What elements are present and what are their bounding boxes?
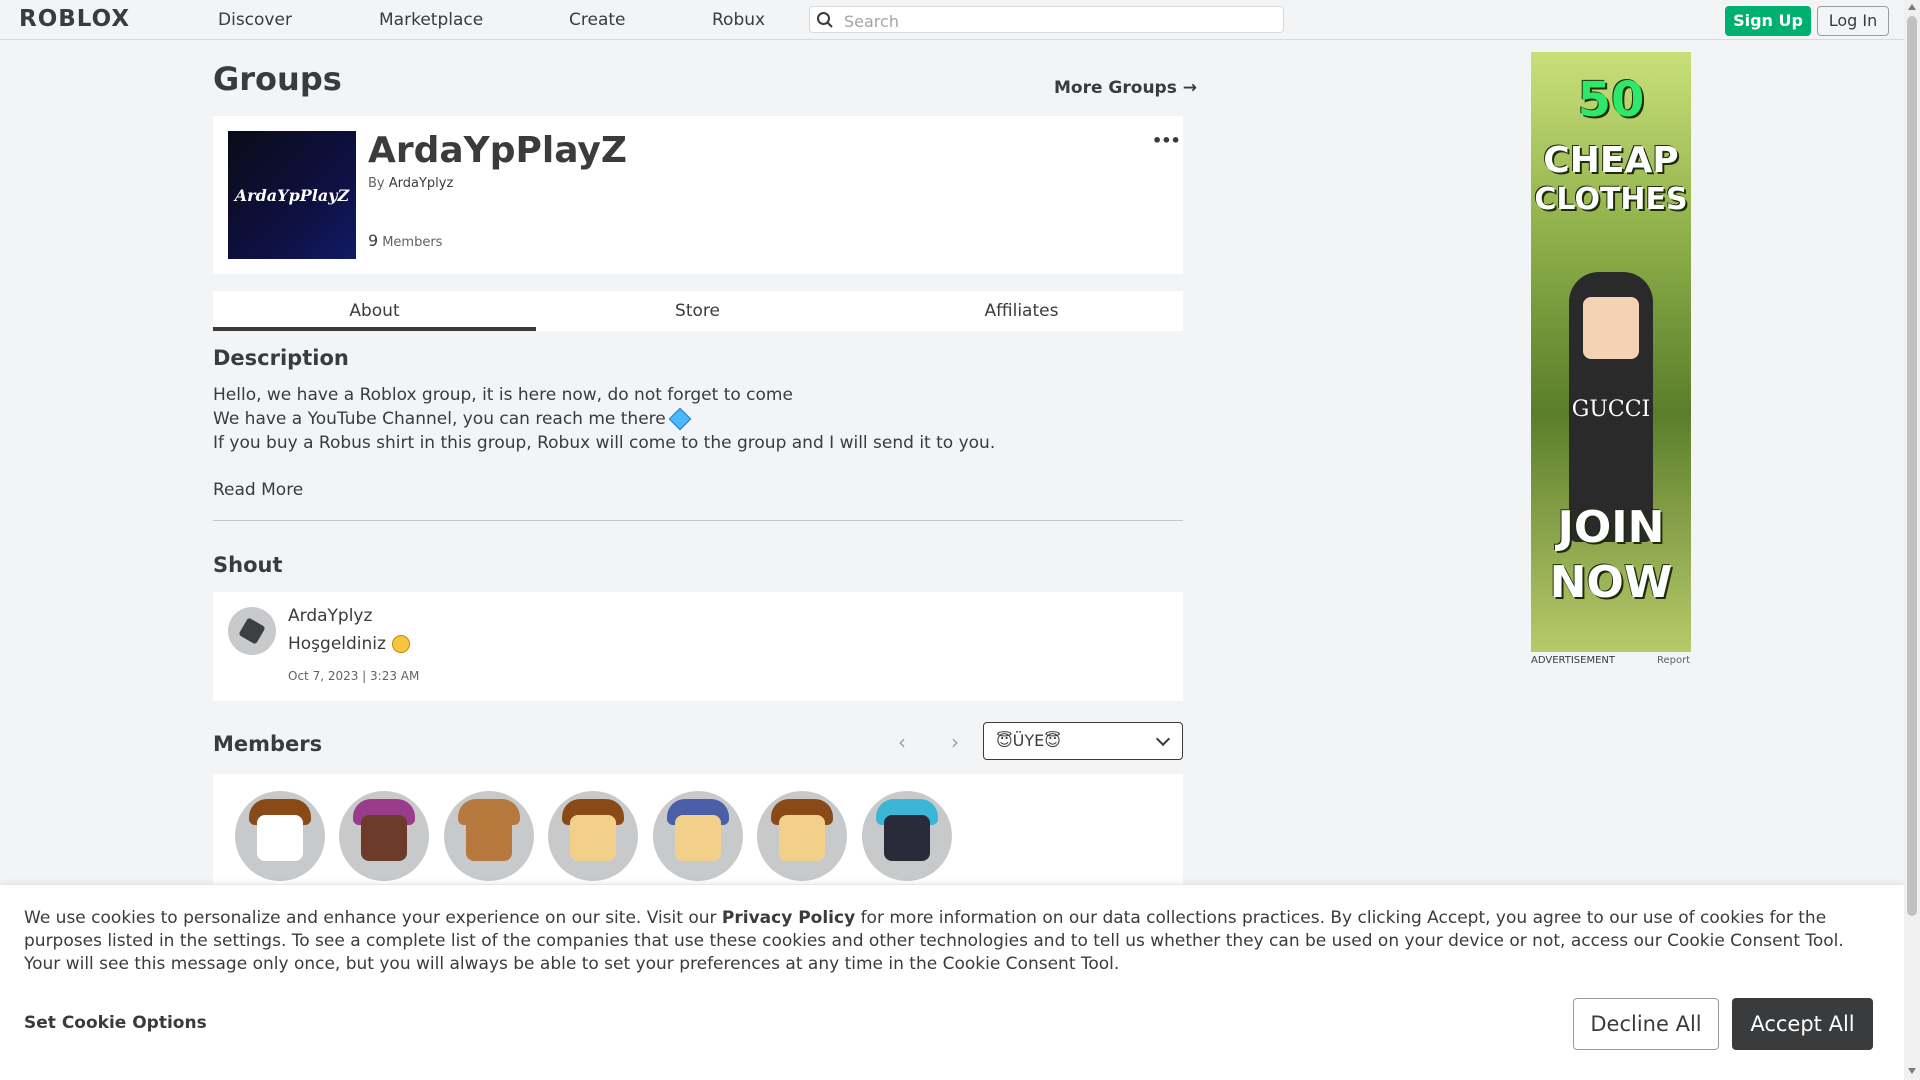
search-box[interactable] — [809, 6, 1284, 33]
shout-avatar[interactable] — [228, 607, 276, 655]
members-panel — [213, 774, 1183, 884]
advertisement-label: ADVERTISEMENT — [1531, 655, 1616, 666]
sign-up-button[interactable]: Sign Up — [1725, 6, 1811, 36]
group-header-card: ArdaYpPlayZ ArdaYpPlayZ By ArdaYplyz 9 Me… — [213, 116, 1183, 274]
description-line: We have a YouTube Channel, you can reach… — [213, 407, 692, 431]
shout-title: Shout — [213, 553, 283, 577]
avatar-face — [361, 815, 407, 861]
member-avatar[interactable] — [653, 791, 743, 881]
shout-message: Hoşgeldiniz — [288, 634, 410, 654]
avatar-face — [257, 815, 303, 861]
diamond-icon — [668, 407, 692, 431]
section-divider — [213, 520, 1183, 521]
more-groups-link[interactable]: More Groups → — [1054, 78, 1197, 98]
search-input[interactable] — [842, 10, 1276, 32]
avatar-face — [570, 815, 616, 861]
nav-create[interactable]: Create — [569, 10, 626, 30]
nav-robux[interactable]: Robux — [712, 10, 765, 30]
member-avatar[interactable] — [235, 791, 325, 881]
description-line: Hello, we have a Roblox group, it is her… — [213, 385, 793, 405]
ad-headline: CHEAP — [1543, 140, 1679, 181]
member-count-value: 9 — [368, 231, 379, 250]
page-title: Groups — [213, 60, 342, 98]
member-count-label: Members — [382, 235, 443, 250]
shout-username[interactable]: ArdaYplyz — [288, 606, 372, 626]
report-ad-link[interactable]: Report — [1657, 655, 1690, 666]
members-next-page-icon[interactable]: › — [951, 730, 959, 754]
smile-emoji-icon — [391, 635, 410, 653]
ad-avatar-face — [1583, 297, 1639, 359]
group-emblem-text: ArdaYpPlayZ — [234, 185, 350, 205]
role-dropdown[interactable]: 😇ÜYE😇 — [983, 722, 1183, 760]
member-avatar[interactable] — [548, 791, 638, 881]
group-tabs: About Store Affiliates — [213, 291, 1183, 331]
accept-all-button[interactable]: Accept All — [1732, 998, 1873, 1050]
avatar-face — [884, 815, 930, 861]
group-owner-link[interactable]: ArdaYplyz — [389, 176, 454, 191]
more-options-icon[interactable]: ••• — [1152, 131, 1181, 150]
cookie-message-text: We use cookies to personalize and enhanc… — [24, 908, 722, 928]
group-name: ArdaYpPlayZ — [368, 130, 627, 171]
ad-headline-number: 50 — [1577, 72, 1645, 128]
read-more-link[interactable]: Read More — [213, 480, 303, 500]
members-prev-page-icon[interactable]: ‹ — [898, 730, 906, 754]
decline-all-button[interactable]: Decline All — [1573, 998, 1719, 1050]
tab-about[interactable]: About — [213, 291, 536, 331]
avatar-face — [675, 815, 721, 861]
chevron-down-icon — [1155, 731, 1171, 747]
group-emblem: ArdaYpPlayZ — [228, 131, 356, 259]
description-title: Description — [213, 346, 349, 370]
ad-call-to-action: NOW — [1549, 557, 1673, 608]
member-avatar[interactable] — [757, 791, 847, 881]
group-owner-line: By ArdaYplyz — [368, 176, 453, 191]
roblox-logo[interactable]: ROBLOX — [19, 6, 130, 32]
set-cookie-options-link[interactable]: Set Cookie Options — [24, 1013, 207, 1033]
ad-call-to-action: JOIN — [1557, 502, 1665, 553]
group-by-label: By — [368, 176, 385, 191]
members-title: Members — [213, 732, 323, 756]
cookie-consent-banner: We use cookies to personalize and enhanc… — [0, 885, 1904, 1080]
member-avatar[interactable] — [444, 791, 534, 881]
scroll-down-arrow-icon[interactable] — [1908, 1068, 1916, 1074]
nav-marketplace[interactable]: Marketplace — [379, 10, 483, 30]
top-nav-bar: ROBLOX Discover Marketplace Create Robux… — [0, 0, 1904, 40]
cookie-message: We use cookies to personalize and enhanc… — [24, 907, 1884, 976]
ad-headline: CLOTHES — [1534, 182, 1688, 217]
role-dropdown-value: 😇ÜYE😇 — [996, 731, 1061, 750]
avatar-face — [779, 815, 825, 861]
log-in-button[interactable]: Log In — [1817, 6, 1889, 36]
description-line: If you buy a Robus shirt in this group, … — [213, 433, 996, 453]
privacy-policy-link[interactable]: Privacy Policy — [722, 908, 855, 928]
tab-affiliates[interactable]: Affiliates — [860, 291, 1183, 331]
avatar-face — [466, 815, 512, 861]
scrollbar-thumb[interactable] — [1907, 16, 1917, 916]
shout-timestamp: Oct 7, 2023 | 3:23 AM — [288, 669, 420, 683]
shout-card: ArdaYplyz Hoşgeldiniz Oct 7, 2023 | 3:23… — [213, 592, 1183, 701]
page-scrollbar[interactable] — [1904, 0, 1920, 1080]
description-line-text: We have a YouTube Channel, you can reach… — [213, 409, 666, 429]
shout-message-text: Hoşgeldiniz — [288, 634, 386, 654]
member-avatar[interactable] — [339, 791, 429, 881]
advertisement-banner[interactable]: 50 CHEAP CLOTHES GUCCI JOIN NOW — [1531, 52, 1691, 652]
ad-brand: GUCCI — [1571, 397, 1651, 422]
nav-discover[interactable]: Discover — [218, 10, 292, 30]
scroll-up-arrow-icon[interactable] — [1908, 4, 1916, 10]
tab-store[interactable]: Store — [536, 291, 859, 331]
search-icon — [817, 12, 833, 28]
member-avatar[interactable] — [862, 791, 952, 881]
group-member-count: 9 Members — [368, 231, 442, 250]
